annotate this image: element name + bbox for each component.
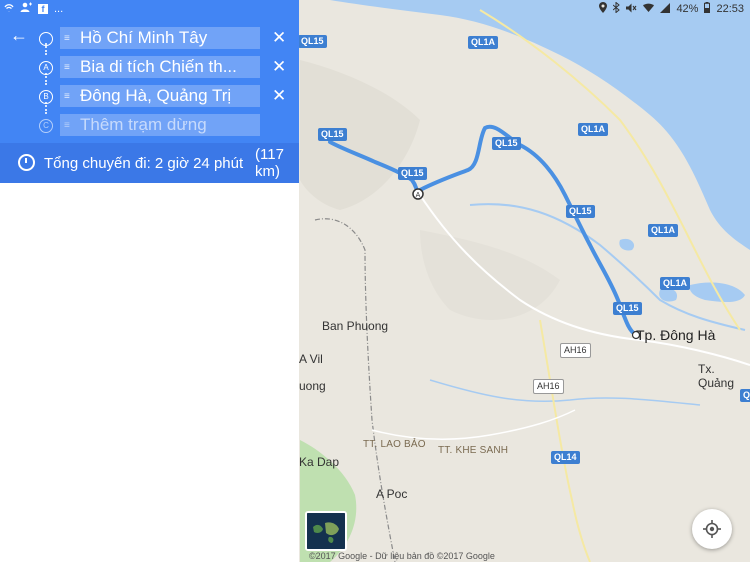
place-ka-dap: Ka Dap <box>299 455 340 469</box>
battery-icon <box>704 2 711 16</box>
place-uong: uong <box>299 379 326 393</box>
stop-a-input[interactable]: ≡ Bia di tích Chiến th... <box>60 56 260 78</box>
my-location-button[interactable] <box>692 509 732 549</box>
location-icon <box>599 2 608 16</box>
road-label-ql1a: QL1A <box>468 36 499 49</box>
road-label-ql1a: QL1A <box>660 277 691 290</box>
place-a-poc: A Poc <box>376 487 408 501</box>
road-label-ah16: AH16 <box>533 379 564 394</box>
stop-b-input[interactable]: ≡ Đông Hà, Quảng Trị <box>60 85 260 107</box>
globe-icon <box>307 513 345 549</box>
drag-handle-icon[interactable]: ≡ <box>64 28 78 49</box>
add-stop-input[interactable]: ≡ Thêm trạm dừng <box>60 114 260 136</box>
clock-time: 22:53 <box>716 3 744 15</box>
origin-input[interactable]: ≡ Hồ Chí Minh Tây <box>60 27 260 49</box>
stop-row-add: C ≡ Thêm trạm dừng <box>0 114 299 138</box>
road-label-ql15: QL15 <box>566 205 595 218</box>
facebook-icon: f <box>38 4 48 14</box>
bluetooth-icon <box>613 1 621 16</box>
remove-stop-a-button[interactable]: ✕ <box>272 56 286 78</box>
place-ban-phuong: Ban Phuong <box>322 319 389 333</box>
road-label-ql15: QL15 <box>298 35 327 48</box>
road-label-ql1a: QL1A <box>578 123 609 136</box>
add-stop-placeholder: Thêm trạm dừng <box>80 115 207 134</box>
road-label-ql15: QL15 <box>492 137 521 150</box>
place-tt-khe-sanh: TT. KHE SANH <box>438 445 509 456</box>
route-dots <box>45 102 49 114</box>
status-bar: f ... 42% 22:53 <box>0 0 750 18</box>
route-dots <box>45 43 49 55</box>
stop-a-input-value: Bia di tích Chiến th... <box>80 57 237 76</box>
road-label-ah16: AH16 <box>560 343 591 358</box>
map-copyright: ©2017 Google - Dữ liệu bản đồ ©2017 Goog… <box>309 551 495 561</box>
remove-stop-b-button[interactable]: ✕ <box>272 85 286 107</box>
trip-distance: (117 km) <box>255 146 284 180</box>
place-tt-lao-bao: TT. LAO BẢO <box>363 439 426 450</box>
more-notifications: ... <box>54 3 64 15</box>
road-label-ql1a: QL1A <box>648 224 679 237</box>
battery-percentage: 42% <box>676 3 699 15</box>
contacts-icon <box>20 2 32 16</box>
trip-duration: Tổng chuyến đi: 2 giờ 24 phút <box>44 155 244 172</box>
stop-b-input-value: Đông Hà, Quảng Trị <box>80 86 232 105</box>
wifi-icon <box>4 3 14 16</box>
route-marker-a-label: A <box>416 192 421 199</box>
drag-handle-icon[interactable]: ≡ <box>64 115 78 136</box>
road-label-ql14: QL14 <box>551 451 580 464</box>
clock-icon <box>18 154 35 171</box>
stop-c-marker-icon: C <box>39 119 53 133</box>
crosshair-icon <box>703 520 721 538</box>
route-dots <box>45 73 49 85</box>
wifi-signal-icon <box>643 3 655 15</box>
satellite-thumbnail-button[interactable] <box>305 511 347 551</box>
road-label-ql15: QL15 <box>398 167 427 180</box>
directions-panel: ← ≡ Hồ Chí Minh Tây ✕ A ≡ Bia di tích Chiế… <box>0 0 299 183</box>
cell-signal-icon <box>660 2 671 16</box>
mute-icon <box>626 3 637 16</box>
road-label-ql15: QL15 <box>318 128 347 141</box>
place-tp-dong-ha: Tp. Đông Hà <box>636 327 716 343</box>
place-tx-quang: Tx. Quảng <box>698 362 735 390</box>
drag-handle-icon[interactable]: ≡ <box>64 86 78 107</box>
remove-origin-button[interactable]: ✕ <box>272 27 286 49</box>
road-label-ql1a: QL1A <box>740 389 750 402</box>
road-label-ql15: QL15 <box>613 302 642 315</box>
origin-input-value: Hồ Chí Minh Tây <box>80 28 208 47</box>
trip-summary[interactable]: Tổng chuyến đi: 2 giờ 24 phút (117 km) <box>0 143 299 183</box>
drag-handle-icon[interactable]: ≡ <box>64 57 78 78</box>
place-a-vil: A Vil <box>299 352 323 366</box>
